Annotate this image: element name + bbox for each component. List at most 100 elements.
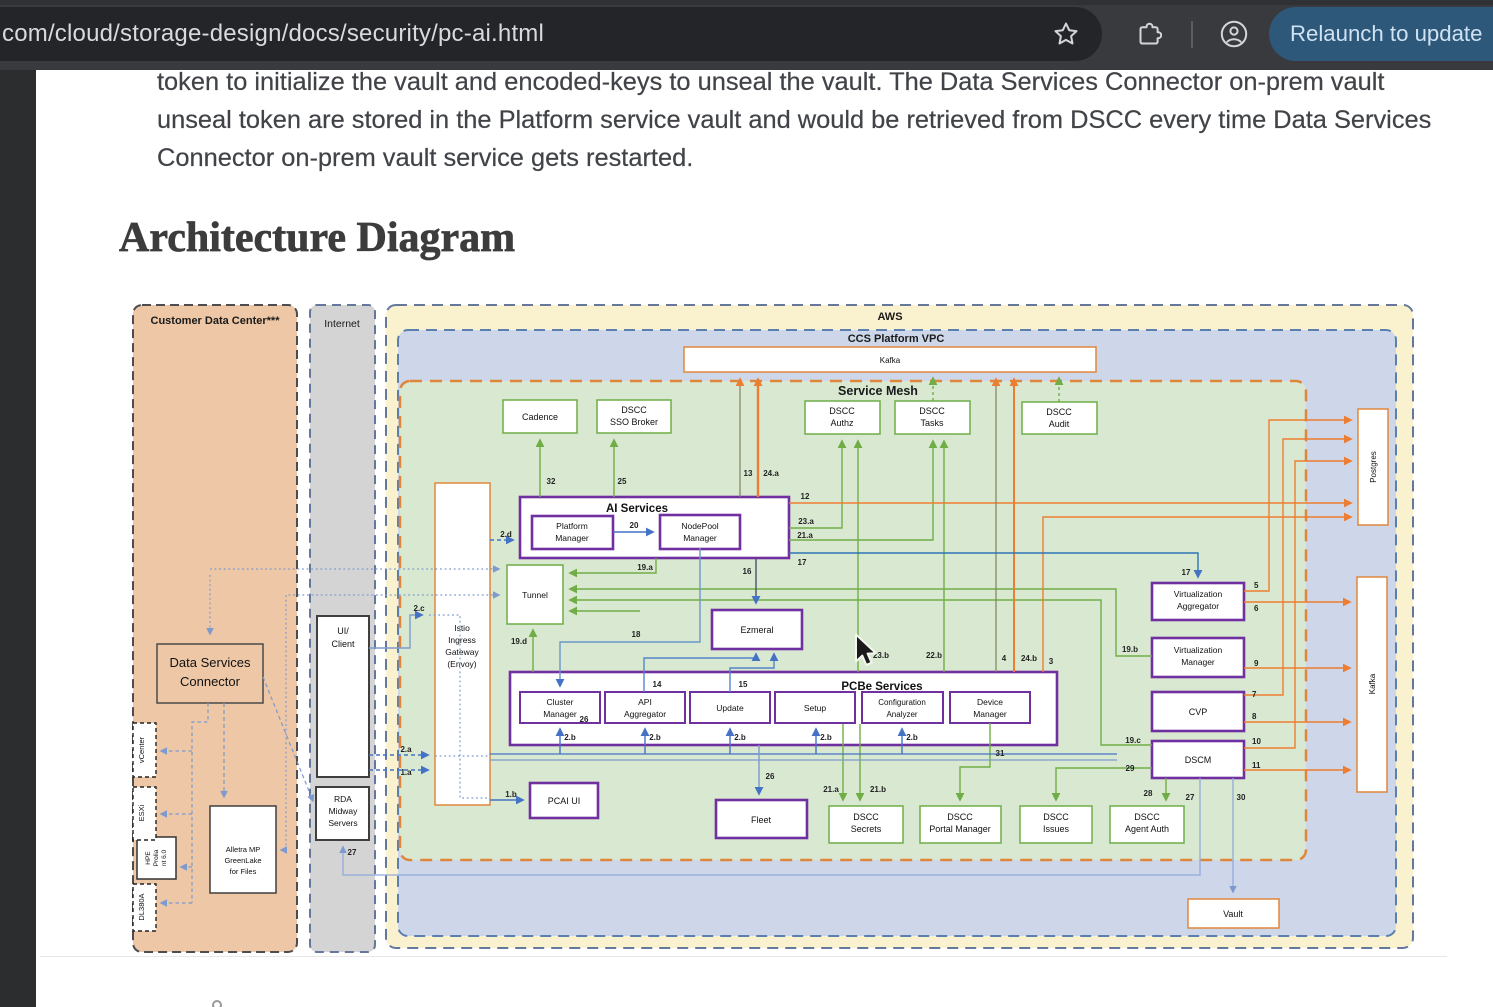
svg-text:26: 26 xyxy=(766,772,775,781)
svg-text:21.a: 21.a xyxy=(797,531,813,540)
svg-text:Vault: Vault xyxy=(1223,909,1243,919)
svg-text:6: 6 xyxy=(1254,604,1259,613)
svg-text:Update: Update xyxy=(716,703,744,713)
svg-text:Gateway: Gateway xyxy=(445,647,479,657)
svg-text:AI Services: AI Services xyxy=(606,503,668,515)
svg-text:Postgres: Postgres xyxy=(1369,451,1378,483)
svg-text:ESXi: ESXi xyxy=(137,804,146,821)
svg-text:GreenLake: GreenLake xyxy=(224,856,261,865)
svg-text:32: 32 xyxy=(547,477,556,486)
svg-text:19.c: 19.c xyxy=(1125,736,1141,745)
svg-text:2.b: 2.b xyxy=(906,733,918,742)
svg-text:Midway: Midway xyxy=(329,806,359,816)
svg-text:27: 27 xyxy=(348,848,357,857)
svg-text:DL380A: DL380A xyxy=(137,893,146,920)
svg-text:1.a: 1.a xyxy=(400,768,412,777)
svg-text:Authz: Authz xyxy=(830,418,854,428)
svg-text:DSCC: DSCC xyxy=(853,812,879,822)
svg-text:DSCC: DSCC xyxy=(919,406,945,416)
svg-text:20: 20 xyxy=(630,521,639,530)
svg-text:Ingress: Ingress xyxy=(448,635,476,645)
svg-text:Manager: Manager xyxy=(555,533,589,543)
svg-text:Portal Manager: Portal Manager xyxy=(929,824,991,834)
svg-text:23.a: 23.a xyxy=(798,517,814,526)
svg-text:29: 29 xyxy=(1126,764,1135,773)
svg-text:nt 6.0: nt 6.0 xyxy=(161,849,168,866)
svg-text:AWS: AWS xyxy=(877,311,902,323)
svg-text:Agent Auth: Agent Auth xyxy=(1125,824,1169,834)
svg-text:8: 8 xyxy=(1252,712,1257,721)
svg-text:1.b: 1.b xyxy=(505,790,517,799)
svg-text:Platform: Platform xyxy=(556,521,588,531)
svg-text:2.b: 2.b xyxy=(564,733,576,742)
svg-text:10: 10 xyxy=(1252,737,1261,746)
svg-text:15: 15 xyxy=(739,680,748,689)
svg-text:HPE: HPE xyxy=(145,851,152,865)
svg-text:12: 12 xyxy=(801,492,810,501)
svg-text:Manager: Manager xyxy=(1181,657,1215,667)
svg-text:11: 11 xyxy=(1252,761,1261,770)
svg-text:13: 13 xyxy=(744,469,753,478)
svg-text:24.b: 24.b xyxy=(1021,654,1037,663)
svg-text:31: 31 xyxy=(996,749,1005,758)
svg-text:Kafka: Kafka xyxy=(1368,673,1377,694)
svg-text:Data Services: Data Services xyxy=(170,655,251,670)
svg-text:DSCM: DSCM xyxy=(1185,755,1212,765)
svg-text:Aggregator: Aggregator xyxy=(1177,601,1219,611)
svg-text:2.b: 2.b xyxy=(820,733,832,742)
svg-text:5: 5 xyxy=(1254,581,1259,590)
svg-text:Client: Client xyxy=(331,639,355,649)
svg-text:17: 17 xyxy=(798,558,807,567)
svg-text:SSO Broker: SSO Broker xyxy=(610,417,658,427)
svg-text:19.a: 19.a xyxy=(637,563,653,572)
svg-text:Manager: Manager xyxy=(683,533,717,543)
svg-text:Ezmeral: Ezmeral xyxy=(740,625,773,635)
svg-text:14: 14 xyxy=(653,680,662,689)
svg-text:Istio: Istio xyxy=(454,623,470,633)
svg-text:UI/: UI/ xyxy=(337,626,349,636)
svg-text:DSCC: DSCC xyxy=(947,812,973,822)
svg-text:26: 26 xyxy=(580,715,589,724)
svg-text:2.a: 2.a xyxy=(400,745,412,754)
svg-text:Servers: Servers xyxy=(328,818,357,828)
svg-text:vCenter: vCenter xyxy=(137,736,146,763)
svg-text:19.d: 19.d xyxy=(511,637,527,646)
svg-text:Configuration: Configuration xyxy=(878,698,926,707)
svg-text:RDA: RDA xyxy=(334,794,352,804)
svg-text:Connector: Connector xyxy=(180,674,241,689)
svg-text:CCS Platform VPC: CCS Platform VPC xyxy=(848,333,945,345)
svg-text:17: 17 xyxy=(1182,568,1191,577)
svg-text:Internet: Internet xyxy=(324,318,360,330)
svg-text:27: 27 xyxy=(1186,793,1195,802)
svg-text:Manager: Manager xyxy=(973,709,1007,719)
svg-text:18: 18 xyxy=(632,630,641,639)
svg-text:Issues: Issues xyxy=(1043,824,1070,834)
svg-text:22.b: 22.b xyxy=(926,651,942,660)
svg-text:PCAI UI: PCAI UI xyxy=(548,796,581,806)
svg-text:2.c: 2.c xyxy=(413,604,425,613)
svg-text:PCBe Services: PCBe Services xyxy=(841,681,922,693)
svg-text:2.b: 2.b xyxy=(649,733,661,742)
svg-text:Service Mesh: Service Mesh xyxy=(838,384,918,398)
svg-text:(Envoy): (Envoy) xyxy=(447,659,476,669)
svg-text:DSCC: DSCC xyxy=(1043,812,1069,822)
svg-text:API: API xyxy=(638,697,652,707)
svg-text:7: 7 xyxy=(1252,690,1257,699)
svg-text:Manager: Manager xyxy=(543,709,577,719)
svg-text:DSCC: DSCC xyxy=(1134,812,1160,822)
svg-text:21.b: 21.b xyxy=(870,785,886,794)
svg-text:DSCC: DSCC xyxy=(1046,407,1072,417)
svg-text:Cadence: Cadence xyxy=(522,412,558,422)
svg-text:9: 9 xyxy=(1254,659,1259,668)
svg-text:Customer Data Center***: Customer Data Center*** xyxy=(151,315,281,327)
svg-text:Prolia: Prolia xyxy=(153,849,160,866)
svg-text:Tasks: Tasks xyxy=(920,418,944,428)
svg-text:16: 16 xyxy=(743,567,752,576)
svg-text:Alletra MP: Alletra MP xyxy=(226,845,261,854)
svg-text:30: 30 xyxy=(1237,793,1246,802)
svg-text:Fleet: Fleet xyxy=(751,815,772,825)
svg-text:Analyzer: Analyzer xyxy=(886,710,917,719)
svg-text:2.b: 2.b xyxy=(734,733,746,742)
svg-text:CVP: CVP xyxy=(1189,707,1208,717)
svg-text:Setup: Setup xyxy=(804,703,826,713)
